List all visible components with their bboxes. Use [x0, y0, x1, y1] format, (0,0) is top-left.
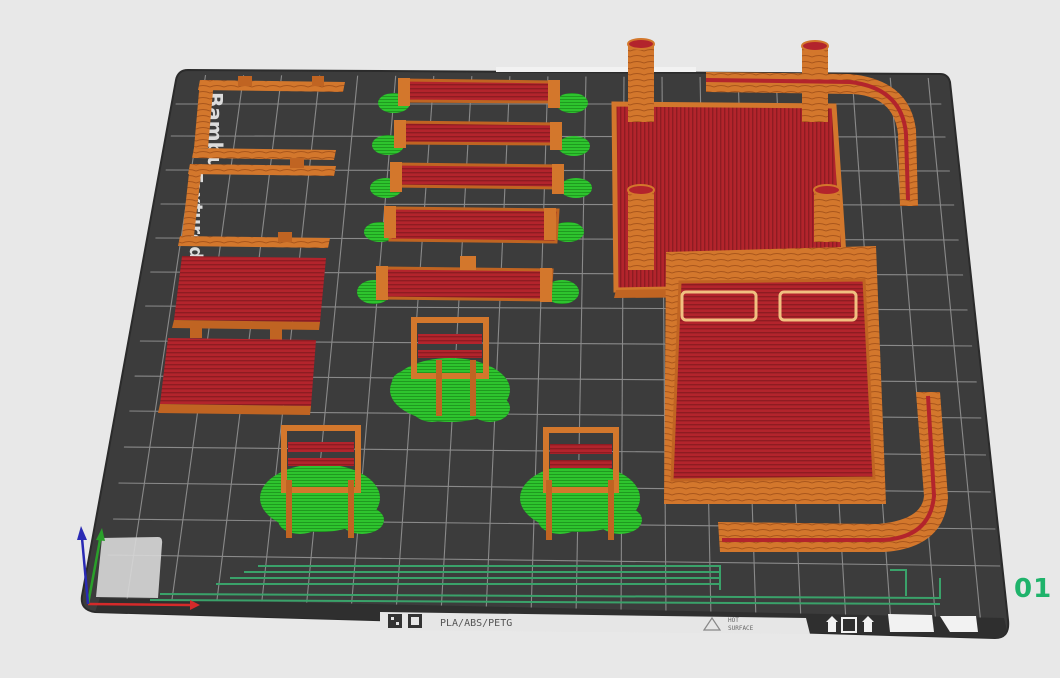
build-plate-scene[interactable]: Bambu Textured [0, 0, 1060, 678]
hot-surface-line2: SURFACE [728, 625, 754, 632]
material-label: PLA/ABS/PETG [440, 618, 512, 629]
part-mattress[interactable] [664, 246, 886, 504]
part-rail-4[interactable] [364, 206, 584, 244]
hot-surface-line1: HOT [728, 617, 739, 624]
origin-marker [96, 537, 163, 598]
3d-viewport[interactable]: Bambu Textured [0, 0, 1060, 678]
plate-handle [496, 67, 696, 72]
part-panel-1[interactable] [172, 256, 326, 340]
part-panel-2[interactable] [158, 338, 316, 415]
plate-number[interactable]: 01 [1014, 574, 1052, 604]
